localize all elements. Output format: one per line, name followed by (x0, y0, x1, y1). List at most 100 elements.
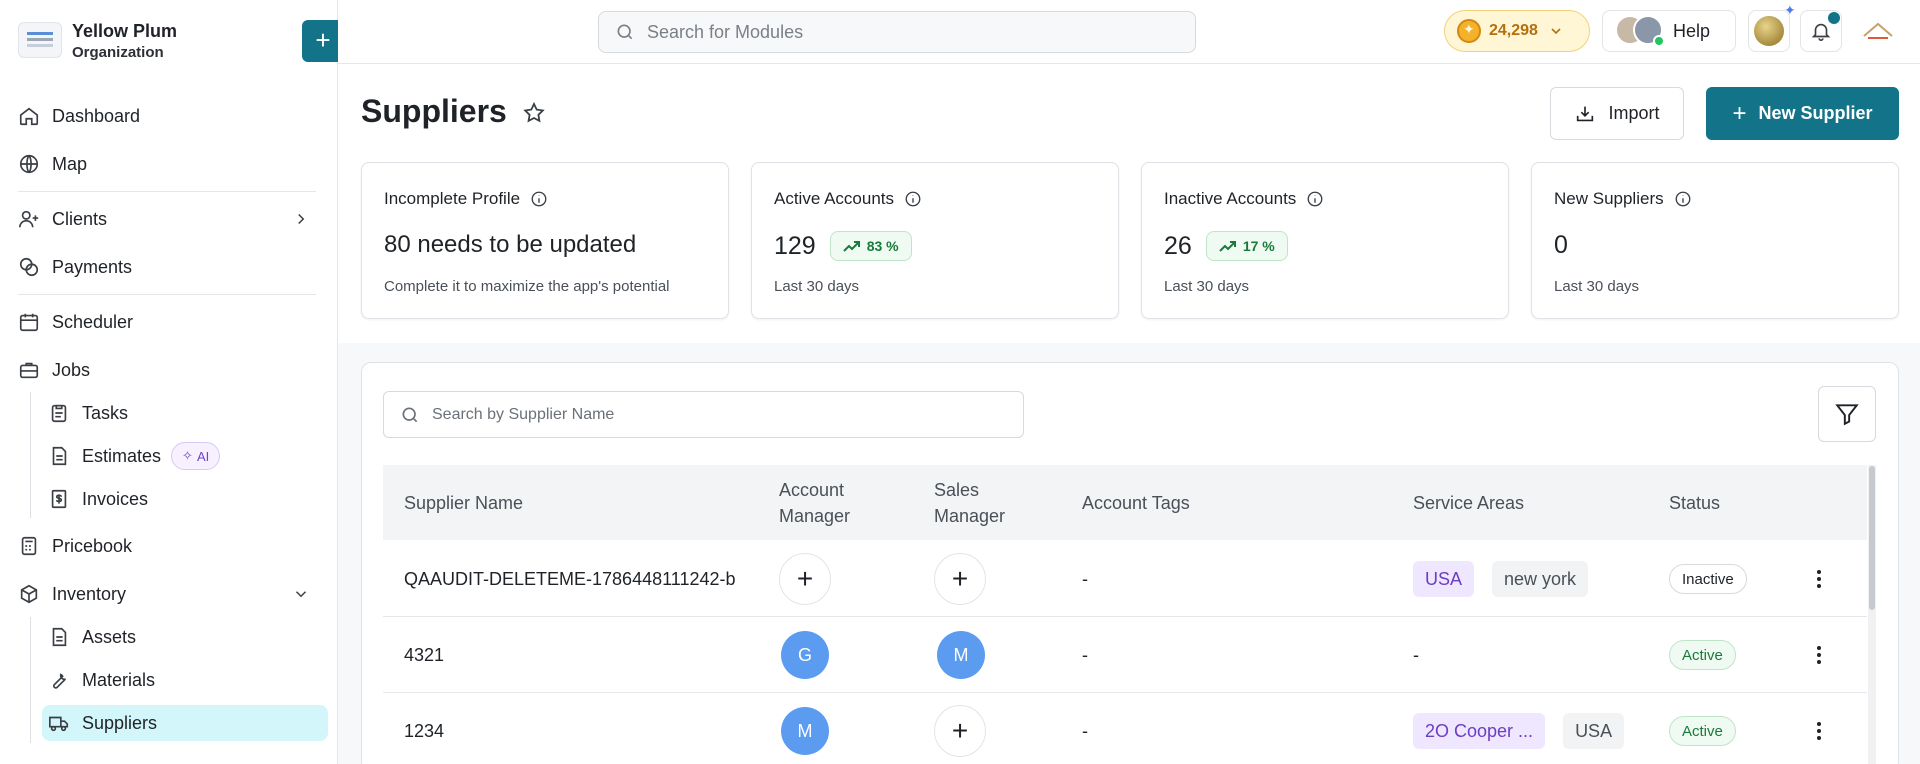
sidebar-item-pricebook[interactable]: Pricebook (18, 528, 328, 564)
column-header-account-tags[interactable]: Account Tags (1082, 465, 1190, 540)
supplier-name[interactable]: 1234 (404, 693, 444, 764)
supplier-search-input[interactable] (432, 405, 1012, 424)
column-header-supplier-name[interactable]: Supplier Name (404, 465, 523, 540)
percent-badge: 17 % (1205, 231, 1288, 261)
import-button[interactable]: Import (1550, 87, 1684, 140)
info-icon[interactable] (1306, 190, 1324, 208)
percent-badge: 83 % (829, 231, 912, 261)
info-icon[interactable] (904, 190, 922, 208)
brand-logo-icon[interactable] (1862, 18, 1894, 44)
ai-badge-label: AI (196, 448, 210, 464)
sidebar-item-dashboard[interactable]: Dashboard (18, 98, 328, 134)
briefcase-icon (18, 359, 40, 381)
module-search[interactable] (598, 11, 1196, 53)
sparkle-icon: ✦ (1784, 2, 1796, 18)
sidebar-item-map[interactable]: Map (18, 146, 328, 182)
account-manager-avatar[interactable]: M (781, 707, 829, 755)
sidebar-item-clients[interactable]: Clients (18, 201, 328, 237)
card-value: 129 (774, 231, 816, 260)
sidebar-item-jobs[interactable]: Jobs (18, 352, 328, 388)
sidebar-item-label: Inventory (52, 583, 127, 604)
sidebar-item-assets[interactable]: Assets (48, 619, 328, 655)
table-row[interactable]: QAAUDIT-DELETEME-1786448111242-b + + - U… (383, 541, 1867, 617)
trend-up-icon (1219, 241, 1236, 252)
import-icon (1577, 106, 1594, 121)
notification-dot (1828, 12, 1840, 24)
table-row[interactable]: 1234 M + - 2O Cooper ... USA Active (383, 693, 1867, 764)
supplier-name[interactable]: QAAUDIT-DELETEME-1786448111242-b (404, 541, 736, 617)
document-icon (48, 445, 70, 467)
sales-manager-avatar[interactable]: M (937, 631, 985, 679)
sidebar-item-invoices[interactable]: Invoices (48, 481, 328, 517)
percent-value: 83 % (866, 238, 899, 254)
sidebar-item-label: Map (52, 153, 88, 174)
new-supplier-button[interactable]: + New Supplier (1706, 87, 1899, 140)
column-header-service-areas[interactable]: Service Areas (1413, 465, 1524, 540)
column-header-sales-manager[interactable]: Sales Manager (934, 465, 1005, 540)
box-icon (18, 583, 40, 605)
assign-sales-manager-button[interactable]: + (934, 705, 986, 757)
column-header-account-manager[interactable]: Account Manager (779, 465, 850, 540)
sidebar-item-materials[interactable]: Materials (48, 662, 328, 698)
more-options-icon[interactable] (1807, 719, 1831, 743)
percent-value: 17 % (1242, 238, 1275, 254)
service-area-tag: 2O Cooper ... (1413, 713, 1546, 749)
card-title: New Suppliers (1554, 189, 1664, 208)
assign-sales-manager-button[interactable]: + (934, 553, 986, 605)
more-options-icon[interactable] (1807, 567, 1831, 591)
table-header: Supplier Name Account Manager Sales Mana… (383, 465, 1867, 540)
chevron-down-icon (1548, 23, 1564, 39)
sidebar-item-tasks[interactable]: Tasks (48, 395, 328, 431)
org-switcher[interactable]: Yellow Plum Organization + (18, 18, 344, 66)
help-label: Help (1673, 20, 1711, 41)
card-subtitle: Last 30 days (1164, 278, 1250, 295)
nav-divider (18, 294, 316, 295)
supplier-search[interactable] (383, 391, 1024, 438)
sidebar-item-scheduler[interactable]: Scheduler (18, 304, 328, 340)
card-title: Active Accounts (774, 189, 895, 208)
sidebar-item-payments[interactable]: Payments (18, 249, 328, 285)
home-icon (18, 105, 40, 127)
header-line: Manager (934, 505, 1006, 526)
account-tags: - (1082, 568, 1088, 589)
coins-icon (18, 256, 40, 278)
module-search-input[interactable] (647, 21, 1167, 43)
sidebar-item-inventory[interactable]: Inventory (18, 576, 328, 612)
sidebar: Yellow Plum Organization + Dashboard Map… (0, 0, 344, 764)
sidebar-item-label: Estimates (82, 445, 162, 466)
chevron-down-icon (292, 585, 310, 603)
card-value: 0 (1554, 231, 1568, 259)
sidebar-item-label: Pricebook (52, 535, 133, 556)
coins-dropdown[interactable]: 24,298 (1444, 10, 1590, 52)
column-header-status[interactable]: Status (1669, 465, 1720, 540)
ai-badge: ✧ AI (171, 442, 221, 470)
account-manager-avatar[interactable]: G (781, 631, 829, 679)
table-row[interactable]: 4321 G M - - Active (383, 617, 1867, 693)
assign-account-manager-button[interactable]: + (779, 553, 831, 605)
filter-button[interactable] (1818, 386, 1876, 442)
support-avatars (1615, 15, 1665, 47)
sidebar-item-label: Tasks (82, 402, 129, 423)
info-icon[interactable] (530, 190, 548, 208)
bell-icon (1811, 23, 1831, 41)
clipboard-icon (48, 402, 70, 424)
org-subtitle: Organization (72, 44, 164, 61)
card-subtitle: Last 30 days (774, 278, 860, 295)
search-icon (617, 24, 633, 40)
import-label: Import (1608, 103, 1660, 123)
card-value: 26 (1164, 231, 1192, 260)
more-options-icon[interactable] (1807, 643, 1831, 667)
table-scrollbar-thumb[interactable] (1869, 466, 1875, 610)
sidebar-item-estimates[interactable]: Estimates ✧ AI (48, 438, 328, 474)
coin-icon (1457, 19, 1481, 43)
sidebar-item-label: Payments (52, 256, 133, 277)
nav-divider (18, 191, 316, 192)
account-tags: - (1082, 720, 1088, 741)
page-title: Suppliers (361, 93, 507, 129)
top-bar: 24,298 Help ✦ (338, 0, 1920, 64)
sidebar-item-suppliers[interactable]: Suppliers (42, 705, 328, 741)
supplier-name[interactable]: 4321 (404, 617, 444, 693)
favorite-star-icon[interactable] (522, 101, 546, 125)
info-icon[interactable] (1674, 190, 1692, 208)
help-button[interactable]: Help (1602, 10, 1736, 52)
